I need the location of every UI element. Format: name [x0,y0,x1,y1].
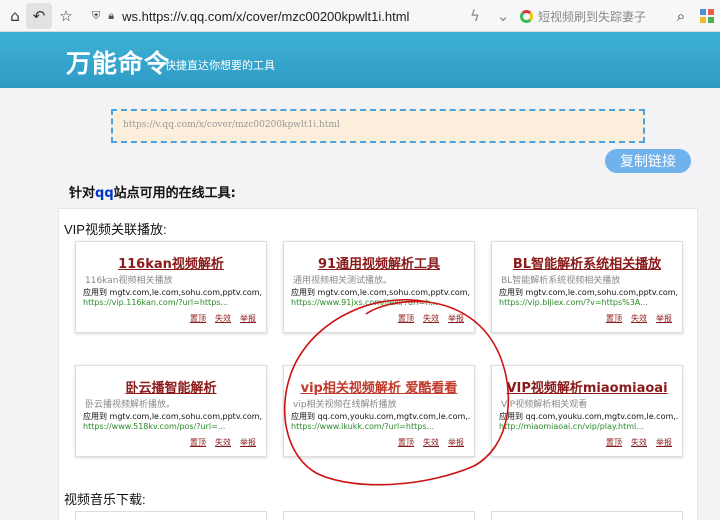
address-bar[interactable]: ⛨ 🔒︎ ws.https://v.qq.com/x/cover/mzc0020… [92,4,520,28]
tool-card-title[interactable]: BL智能解析系统相关播放 [492,253,682,272]
star-icon[interactable]: ☆ [53,3,79,29]
tool-card: VIP视频解析miaomiaoai VIP视频解析相关观看 应用到 qq.com… [491,365,683,457]
url-input[interactable]: https://v.qq.com/x/cover/mzc00200kpwlt1i… [111,109,645,143]
tool-card-actions: 置顶 失效 举报 [398,437,464,448]
tool-card-link[interactable]: https://www.ikukk.com/?url=https... [291,422,471,431]
tool-card-link[interactable]: http://miaomiaoai.cn/vip/play.html... [499,422,679,431]
mark-invalid-link[interactable]: 失效 [215,437,231,448]
report-link[interactable]: 举报 [448,437,464,448]
tool-card-link[interactable]: https://www.91jxs.com/jiexi/?url=h... [291,298,471,307]
tool-card-apply: 应用到 mgtv.com,le.com,sohu.com,pptv.com,..… [499,288,679,297]
tool-card-actions: 置顶 失效 举报 [606,313,672,324]
pin-top-link[interactable]: 置顶 [606,313,622,324]
tools-panel: VIP视频关联播放: 116kan视频解析 116kan视频相关播放 应用到 m… [58,208,698,520]
tool-card-apply: 应用到 mgtv.com,le.com,sohu.com,pptv.com,..… [83,412,263,421]
chevron-down-icon[interactable]: ⌄ [490,3,516,29]
report-link[interactable]: 举报 [656,437,672,448]
pin-top-link[interactable]: 置顶 [606,437,622,448]
mark-invalid-link[interactable]: 失效 [631,437,647,448]
tool-card-actions: 置顶 失效 举报 [190,437,256,448]
browser-toolbar: ⌂ ↶ ☆ ⛨ 🔒︎ ws.https://v.qq.com/x/cover/m… [0,0,720,32]
report-link[interactable]: 举报 [240,437,256,448]
tool-card: 116kan视频解析 116kan视频相关播放 应用到 mgtv.com,le.… [75,241,267,333]
report-link[interactable]: 举报 [656,313,672,324]
report-link[interactable]: 举报 [240,313,256,324]
tool-card-title[interactable]: VIP视频解析miaomiaoai [492,377,682,396]
tool-card: 91通用视频解析工具 通用视频相关测试播放。 应用到 mgtv.com,le.c… [283,241,475,333]
tool-card-link[interactable]: https://www.518kv.com/pos/?url=... [83,422,263,431]
header-banner: 万能命令 快捷直达你想要的工具 [0,32,720,88]
tool-card-desc: 卧云播视频解析播放。 [85,400,176,410]
tool-card-title[interactable]: 116kan视频解析 [76,253,266,272]
search-text: 短视频刷到失踪妻子 [538,9,647,24]
tool-card: vip相关视频解析 爱酷看看 vip相关视频在线解析播放 应用到 qq.com,… [283,365,475,457]
home-icon[interactable]: ⌂ [2,3,28,29]
mark-invalid-link[interactable]: 失效 [215,313,231,324]
tool-card-apply: 应用到 mgtv.com,le.com,sohu.com,pptv.com,..… [83,288,263,297]
shield-icon: ⛨ [92,9,101,22]
tool-card: BL智能解析系统相关播放 BL智能解析系统视频相关播放 应用到 mgtv.com… [491,241,683,333]
tools-heading: 针对qq站点可用的在线工具: [69,182,236,201]
back-icon[interactable]: ↶ [26,3,52,29]
report-link[interactable]: 举报 [448,313,464,324]
search-engine-icon [520,9,533,23]
main-content: https://v.qq.com/x/cover/mzc00200kpwlt1i… [0,88,720,520]
extension-icon[interactable] [694,3,720,29]
pin-top-link[interactable]: 置顶 [398,437,414,448]
page-subtitle: 快捷直达你想要的工具 [165,59,275,72]
tool-card-apply: 应用到 qq.com,youku.com,mgtv.com,le.com,... [499,412,679,421]
mark-invalid-link[interactable]: 失效 [423,437,439,448]
tool-card-desc: 116kan视频相关播放 [85,276,173,286]
lock-icon: 🔒︎ [108,9,115,22]
tool-card-apply: 应用到 qq.com,youku.com,mgtv.com,le.com,... [291,412,471,421]
tool-card-desc: vip相关视频在线解析播放 [293,400,397,410]
tool-card-actions: 置顶 失效 举报 [398,313,464,324]
tool-card-link[interactable]: https://vip.116kan.com/?url=https... [83,298,263,307]
tool-card-title[interactable]: 91通用视频解析工具 [284,253,474,272]
page-title: 万能命令 [66,49,171,78]
pin-top-link[interactable]: 置顶 [190,437,206,448]
tool-card: 卧云播智能解析 卧云播视频解析播放。 应用到 mgtv.com,le.com,s… [75,365,267,457]
music-section-label: 视频音乐下载: [64,492,146,507]
lightning-icon[interactable]: ϟ [462,3,488,29]
tools-heading-suffix: 站点可用的在线工具: [113,186,236,201]
tool-card-link[interactable]: https://vip.bljiex.com/?v=https%3A... [499,298,679,307]
mark-invalid-link[interactable]: 失效 [631,313,647,324]
copy-link-button[interactable]: 复制链接 [605,149,691,173]
tool-card-desc: VIP视频解析相关观看 [501,400,588,410]
search-box[interactable]: 短视频刷到失踪妻子 [520,5,660,27]
tool-card-actions: 置顶 失效 举报 [606,437,672,448]
search-icon[interactable]: ⌕ [668,3,694,29]
pin-top-link[interactable]: 置顶 [398,313,414,324]
tool-card-partial [75,511,267,520]
address-text: ws.https://v.qq.com/x/cover/mzc00200kpwl… [122,8,410,24]
tool-card-title[interactable]: 卧云播智能解析 [76,377,266,396]
tool-card-partial [283,511,475,520]
tool-card-partial [491,511,683,520]
pin-top-link[interactable]: 置顶 [190,313,206,324]
tool-card-apply: 应用到 mgtv.com,le.com,sohu.com,pptv.com,..… [291,288,471,297]
tool-card-actions: 置顶 失效 举报 [190,313,256,324]
tools-heading-prefix: 针对 [69,186,96,201]
vip-section-label: VIP视频关联播放: [64,222,167,237]
tools-heading-site: qq [95,186,114,201]
tool-card-desc: 通用视频相关测试播放。 [293,276,393,286]
tool-card-desc: BL智能解析系统视频相关播放 [501,276,621,286]
tool-card-title[interactable]: vip相关视频解析 爱酷看看 [284,377,474,396]
mark-invalid-link[interactable]: 失效 [423,313,439,324]
